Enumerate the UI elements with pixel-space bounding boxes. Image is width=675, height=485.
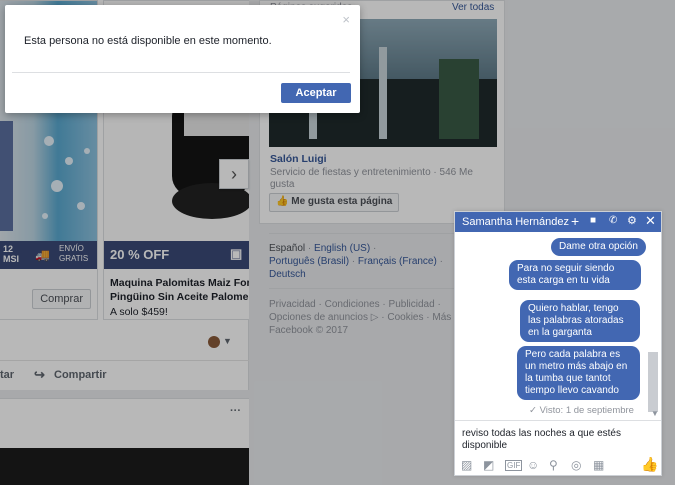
chat-scrollbar[interactable] bbox=[648, 352, 658, 412]
camera-icon[interactable]: ◎ bbox=[571, 458, 581, 472]
like-icon[interactable]: 👍 bbox=[641, 456, 658, 473]
gif-icon[interactable]: GIF bbox=[505, 460, 523, 471]
check-icon: ✓ bbox=[529, 405, 537, 416]
add-icon[interactable]: + bbox=[571, 213, 579, 229]
close-icon[interactable]: ✕ bbox=[645, 213, 656, 229]
chat-toolbar: ▨ ◩ GIF ☺ ⚲ ◎ ▦ 👍 bbox=[455, 456, 661, 476]
chat-message: Dame otra opción bbox=[551, 238, 646, 256]
video-call-icon[interactable]: ■ bbox=[590, 215, 596, 226]
chat-window: Samantha Hernández + ■ ✆ ⚙ ✕ Dame otra o… bbox=[454, 211, 662, 476]
chat-message: Quiero hablar, tengo las palabras atorad… bbox=[520, 300, 640, 342]
calendar-icon[interactable]: ▦ bbox=[593, 458, 604, 472]
scroll-down-icon[interactable]: ▼ bbox=[651, 409, 659, 418]
sticker-icon[interactable]: ◩ bbox=[483, 458, 494, 472]
accept-button[interactable]: Aceptar bbox=[281, 83, 351, 103]
phone-icon[interactable]: ✆ bbox=[609, 215, 617, 226]
dialog-message: Esta persona no está disponible en este … bbox=[24, 35, 272, 47]
photo-icon[interactable]: ▨ bbox=[461, 458, 472, 472]
dialog-divider bbox=[12, 72, 350, 73]
attach-icon[interactable]: ⚲ bbox=[549, 458, 558, 472]
chat-contact-name[interactable]: Samantha Hernández bbox=[462, 216, 569, 228]
emoji-icon[interactable]: ☺ bbox=[527, 458, 539, 472]
message-draft[interactable]: reviso todas las noches a que estés disp… bbox=[462, 428, 652, 452]
chat-header[interactable]: Samantha Hernández + ■ ✆ ⚙ ✕ bbox=[455, 212, 661, 232]
gear-icon[interactable]: ⚙ bbox=[627, 214, 637, 227]
unavailable-dialog: × Esta persona no está disponible en est… bbox=[5, 5, 360, 113]
chat-message: Para no seguir siendo esta carga en tu v… bbox=[509, 260, 641, 290]
seen-status: ✓ Visto: 1 de septiembre bbox=[529, 405, 634, 416]
close-icon[interactable]: × bbox=[342, 12, 350, 27]
chat-message: Pero cada palabra es un metro más abajo … bbox=[517, 346, 640, 400]
